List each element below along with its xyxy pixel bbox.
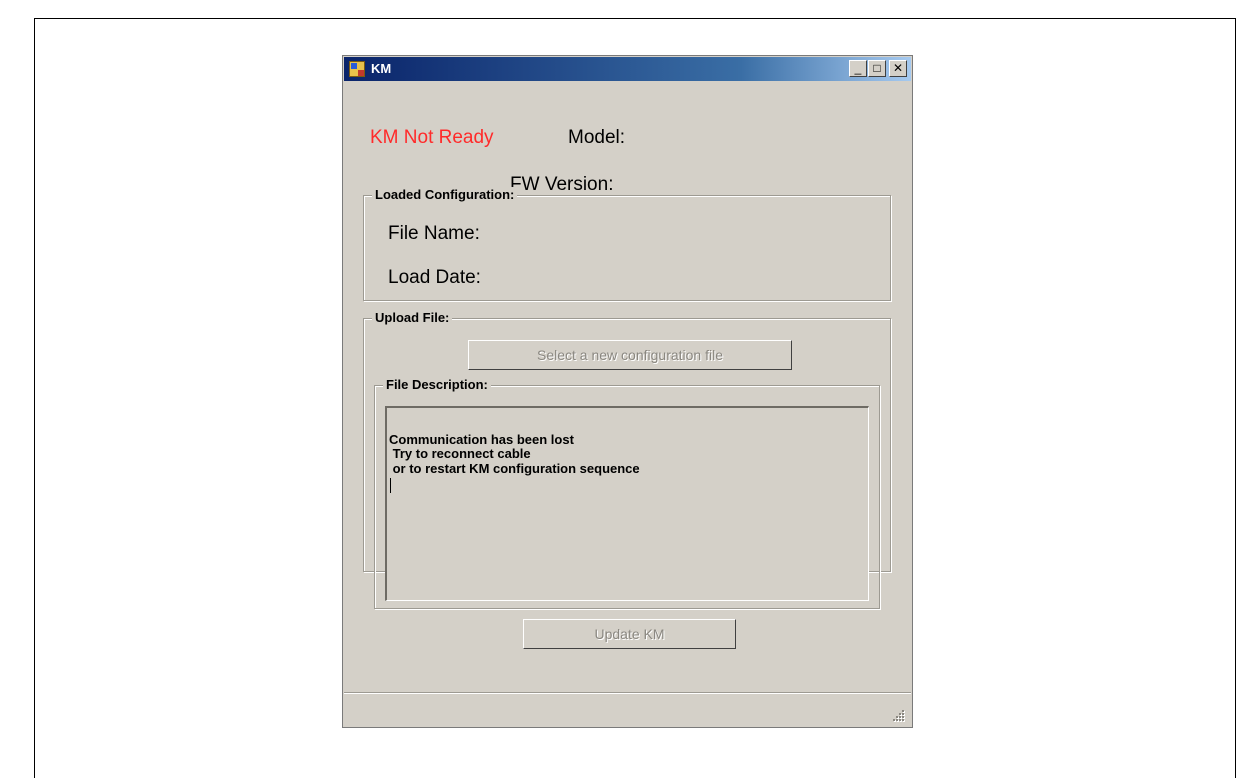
file-description-textarea[interactable]: Communication has been lost Try to recon… xyxy=(385,406,869,601)
description-line: or to restart KM configuration sequence xyxy=(389,461,640,476)
model-label: Model: xyxy=(568,127,626,148)
file-description-legend: File Description: xyxy=(383,377,491,392)
file-description-group: File Description: Communication has been… xyxy=(374,377,880,609)
upload-file-legend: Upload File: xyxy=(372,310,453,325)
status-bar xyxy=(344,692,911,728)
window-title: KM xyxy=(371,61,392,76)
maximize-button[interactable]: □ xyxy=(868,60,886,77)
update-km-button[interactable]: Update KM xyxy=(523,619,736,649)
text-caret xyxy=(390,478,391,493)
resize-grip-icon[interactable] xyxy=(893,710,905,722)
minimize-button[interactable]: _ xyxy=(849,60,867,77)
km-status-label: KM Not Ready xyxy=(370,127,494,148)
app-window-icon xyxy=(349,61,365,77)
select-config-file-button[interactable]: Select a new configuration file xyxy=(468,340,792,370)
title-bar[interactable]: KM _ □ ✕ xyxy=(344,57,911,81)
close-button[interactable]: ✕ xyxy=(889,60,907,77)
loaded-configuration-group: Loaded Configuration: File Name: Load Da… xyxy=(363,187,891,301)
fw-version-label: FW Version: xyxy=(510,174,614,195)
loaded-configuration-legend: Loaded Configuration: xyxy=(372,187,518,202)
description-line: Try to reconnect cable xyxy=(389,446,531,461)
description-line: Communication has been lost xyxy=(389,432,574,447)
file-name-label: File Name: xyxy=(388,223,480,244)
km-window: KM _ □ ✕ KM Not Ready Model: FW Version:… xyxy=(342,55,913,728)
upload-file-group: Upload File: Select a new configuration … xyxy=(363,310,891,649)
load-date-label: Load Date: xyxy=(388,267,481,288)
